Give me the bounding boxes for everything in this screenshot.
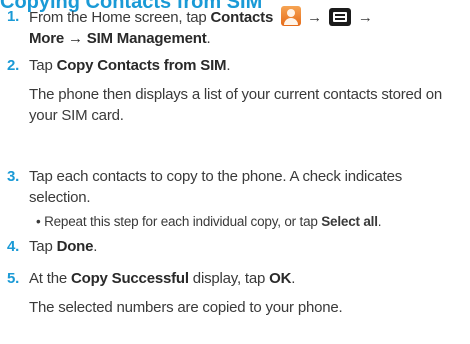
step-4: 4. Tap Done. bbox=[7, 236, 466, 257]
step-2: 2. Tap Copy Contacts from SIM. The phone… bbox=[7, 55, 466, 126]
step-text: Tap bbox=[29, 238, 57, 255]
step-number: 3. bbox=[7, 168, 20, 185]
step-detail: The selected numbers are copied to your … bbox=[29, 299, 343, 316]
step-text: At the bbox=[29, 270, 71, 287]
step-number: 4. bbox=[7, 238, 20, 255]
action-label: Done bbox=[56, 238, 94, 255]
bullet-note: • Repeat this step for each individual c… bbox=[36, 211, 466, 232]
contacts-label: Contacts bbox=[210, 9, 274, 26]
period: . bbox=[206, 30, 211, 47]
step-1: 1. From the Home screen, tap Contacts → … bbox=[7, 6, 466, 49]
select-all-label: Select all bbox=[321, 214, 378, 229]
step-text: display, tap bbox=[188, 270, 270, 287]
ok-label: OK bbox=[269, 270, 292, 287]
step-number: 5. bbox=[7, 270, 20, 287]
period: . bbox=[377, 214, 382, 229]
step-number: 2. bbox=[7, 57, 20, 74]
contacts-app-icon bbox=[281, 6, 302, 26]
arrow-symbol: → bbox=[307, 9, 322, 26]
step-text: From the Home screen, tap bbox=[29, 9, 211, 26]
step-5: 5. At the Copy Successful display, tap O… bbox=[7, 268, 466, 318]
action-label: Copy Successful bbox=[70, 270, 189, 287]
period: . bbox=[226, 57, 231, 74]
period: . bbox=[93, 238, 98, 255]
step-detail: The phone then displays a list of your c… bbox=[29, 86, 443, 124]
step-text: Tap each contacts to copy to the phone. … bbox=[29, 168, 403, 206]
step-text: Tap bbox=[29, 57, 57, 74]
step-number: 1. bbox=[7, 8, 20, 25]
step-3: 3. Tap each contacts to copy to the phon… bbox=[7, 166, 466, 232]
menu-path: More → SIM Management bbox=[29, 30, 207, 47]
arrow-symbol: → bbox=[357, 9, 373, 26]
period: . bbox=[291, 270, 296, 287]
action-label: Copy Contacts from SIM bbox=[56, 57, 227, 74]
menu-key-icon bbox=[328, 8, 351, 26]
bullet-text: • Repeat this step for each individual c… bbox=[36, 214, 322, 229]
